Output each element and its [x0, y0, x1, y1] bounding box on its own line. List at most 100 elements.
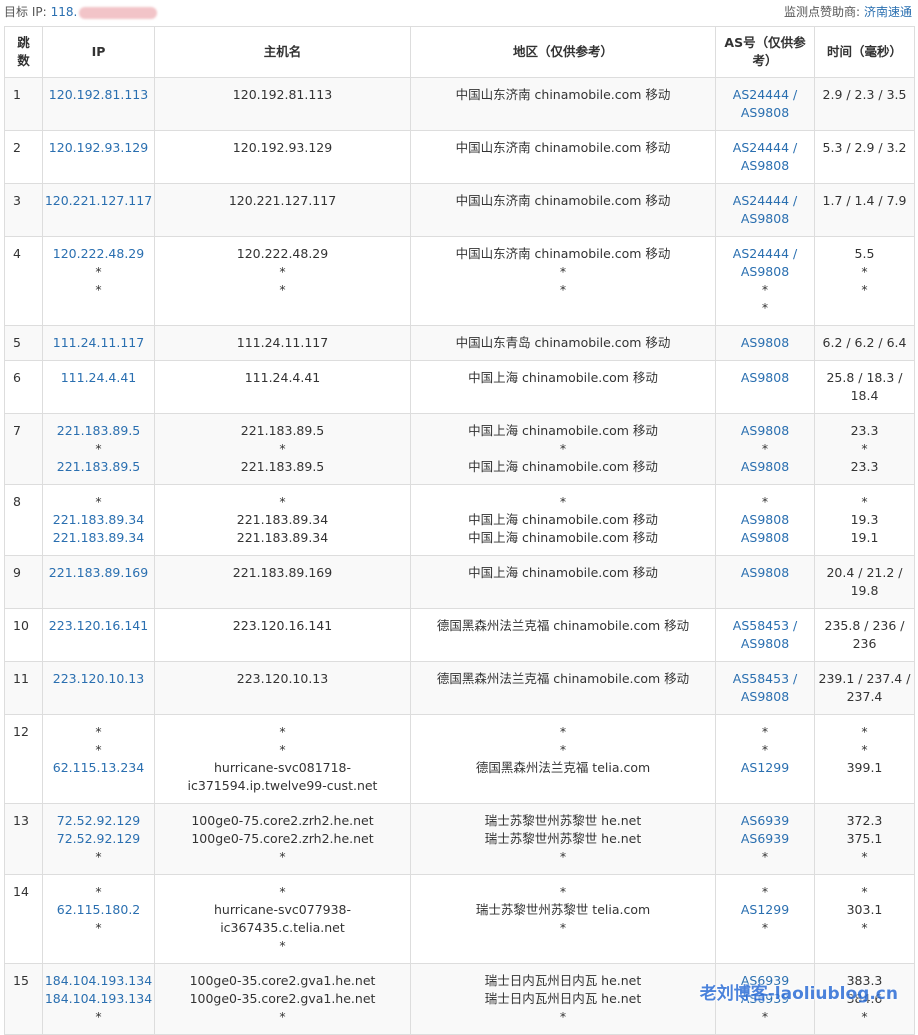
ip-value[interactable]: 72.52.92.129 — [43, 830, 154, 848]
time-value: * — [861, 441, 868, 456]
as-value[interactable]: AS1299 — [716, 901, 814, 919]
region-value: * — [559, 920, 567, 935]
ip-cell: 120.192.93.129 — [42, 130, 155, 184]
time-cell: 25.8 / 18.3 / 18.4 — [814, 360, 915, 414]
time-value: 235.8 / 236 / 236 — [824, 618, 905, 651]
as-value[interactable]: AS24444 / AS9808 — [716, 139, 814, 175]
time-value: 20.4 / 21.2 / 19.8 — [826, 565, 903, 598]
hostname-value: 120.192.93.129 — [232, 140, 333, 155]
region-value: 中国上海 chinamobile.com 移动 — [468, 565, 658, 580]
region-value: * — [559, 282, 567, 297]
as-value[interactable]: AS1299 — [716, 759, 814, 777]
hop-number: 12 — [4, 714, 43, 804]
ip-value[interactable]: 221.183.89.169 — [43, 564, 154, 582]
time-value: * — [861, 264, 868, 279]
hostname-cell: 100ge0-75.core2.zrh2.he.net 100ge0-75.cor… — [154, 803, 411, 875]
ip-value[interactable]: 221.183.89.34 — [43, 529, 154, 547]
as-value[interactable]: AS24444 / AS9808 — [716, 245, 814, 281]
hostname-cell: 111.24.11.117 — [154, 325, 411, 361]
as-value: * — [761, 742, 769, 757]
time-value: * — [861, 849, 868, 864]
region-value: 瑞士日内瓦州日内瓦 he.net — [484, 991, 642, 1006]
hostname-value: 221.183.89.5 — [240, 423, 325, 438]
ip-value[interactable]: 120.221.127.117 — [43, 192, 154, 210]
ip-cell: 120.222.48.29 * * — [42, 236, 155, 326]
region-value: 中国山东济南 chinamobile.com 移动 — [455, 246, 671, 261]
ip-value[interactable]: 120.222.48.29 — [43, 245, 154, 263]
as-value[interactable]: AS9808 — [716, 458, 814, 476]
region-value: 瑞士苏黎世州苏黎世 he.net — [484, 813, 642, 828]
as-value[interactable]: AS9808 — [716, 511, 814, 529]
time-value: 19.1 — [850, 530, 879, 545]
ip-value[interactable]: 120.192.93.129 — [43, 139, 154, 157]
hop-number: 1 — [4, 77, 43, 131]
as-value[interactable]: AS9808 — [716, 334, 814, 352]
hostname-cell: 120.221.127.117 — [154, 183, 411, 237]
hostname-value: 120.221.127.117 — [228, 193, 337, 208]
hop-number: 6 — [4, 360, 43, 414]
as-value[interactable]: AS6939 — [716, 830, 814, 848]
region-value: * — [559, 494, 567, 509]
time-value: * — [861, 920, 868, 935]
ip-value: * — [95, 282, 102, 297]
region-value: 中国上海 chinamobile.com 移动 — [468, 530, 658, 545]
as-value[interactable]: AS9808 — [716, 369, 814, 387]
region-value: 中国上海 chinamobile.com 移动 — [468, 512, 658, 527]
col-header-hostname: 主机名 — [154, 26, 411, 78]
table-row: 4 120.222.48.29 * * 120.222.48.29 * * 中国山东济南 ch… — [4, 236, 915, 326]
region-value: 中国上海 chinamobile.com 移动 — [468, 459, 658, 474]
ip-value[interactable]: 221.183.89.5 — [43, 422, 154, 440]
ip-value[interactable]: 111.24.11.117 — [43, 334, 154, 352]
ip-value: * — [95, 724, 102, 739]
time-cell: 5.3 / 2.9 / 3.2 — [814, 130, 915, 184]
ip-cell: 111.24.11.117 — [42, 325, 155, 361]
hostname-value: * — [279, 1009, 286, 1024]
ip-value[interactable]: 223.120.16.141 — [43, 617, 154, 635]
region-value: 中国上海 chinamobile.com 移动 — [468, 423, 658, 438]
time-value: 303.1 — [846, 902, 883, 917]
ip-value[interactable]: 223.120.10.13 — [43, 670, 154, 688]
as-cell: AS58453 / AS9808 — [715, 661, 815, 715]
ip-value[interactable]: 221.183.89.34 — [43, 511, 154, 529]
ip-value[interactable]: 120.192.81.113 — [43, 86, 154, 104]
as-value[interactable]: AS24444 / AS9808 — [716, 86, 814, 122]
sponsor-link[interactable]: 济南速通 — [864, 5, 912, 19]
as-value[interactable]: AS9808 — [716, 422, 814, 440]
region-value: 中国山东济南 chinamobile.com 移动 — [455, 193, 671, 208]
time-value: 399.1 — [846, 760, 883, 775]
as-value[interactable]: AS58453 / AS9808 — [716, 617, 814, 653]
region-value: 德国黑森州法兰克福 chinamobile.com 移动 — [436, 618, 690, 633]
ip-value[interactable]: 62.115.13.234 — [43, 759, 154, 777]
time-cell: 1.7 / 1.4 / 7.9 — [814, 183, 915, 237]
ip-value[interactable]: 184.104.193.134 — [43, 972, 154, 990]
hop-number: 2 — [4, 130, 43, 184]
ip-value[interactable]: 72.52.92.129 — [43, 812, 154, 830]
as-value[interactable]: AS58453 / AS9808 — [716, 670, 814, 706]
time-value: * — [861, 282, 868, 297]
table-body: 1 120.192.81.113 120.192.81.113 中国山东济南 chin… — [4, 77, 915, 1035]
table-row: 1 120.192.81.113 120.192.81.113 中国山东济南 chin… — [4, 77, 915, 131]
time-value: * — [861, 724, 868, 739]
ip-value[interactable]: 184.104.193.134 — [43, 990, 154, 1008]
as-value[interactable]: AS9808 — [716, 564, 814, 582]
ip-value[interactable]: 111.24.4.41 — [43, 369, 154, 387]
hostname-value: * — [279, 441, 286, 456]
as-value[interactable]: AS9808 — [716, 529, 814, 547]
ip-cell: 223.120.10.13 — [42, 661, 155, 715]
time-cell: 20.4 / 21.2 / 19.8 — [814, 555, 915, 609]
as-cell: AS24444 / AS9808 — [715, 183, 815, 237]
hostname-cell: 120.192.93.129 — [154, 130, 411, 184]
ip-value: * — [95, 494, 102, 509]
ip-value: * — [95, 920, 102, 935]
hostname-cell: 223.120.10.13 — [154, 661, 411, 715]
time-value: 1.7 / 1.4 / 7.9 — [822, 193, 907, 208]
region-value: 德国黑森州法兰克福 telia.com — [475, 760, 651, 775]
ip-value: * — [95, 884, 102, 899]
ip-value[interactable]: 62.115.180.2 — [43, 901, 154, 919]
table-row: 7 221.183.89.5 * 221.183.89.5 221.183.89.5 * 2… — [4, 413, 915, 485]
as-value[interactable]: AS24444 / AS9808 — [716, 192, 814, 228]
ip-value[interactable]: 221.183.89.5 — [43, 458, 154, 476]
target-ip-value: 118. — [50, 5, 78, 19]
as-value[interactable]: AS6939 — [716, 812, 814, 830]
hop-number: 4 — [4, 236, 43, 326]
